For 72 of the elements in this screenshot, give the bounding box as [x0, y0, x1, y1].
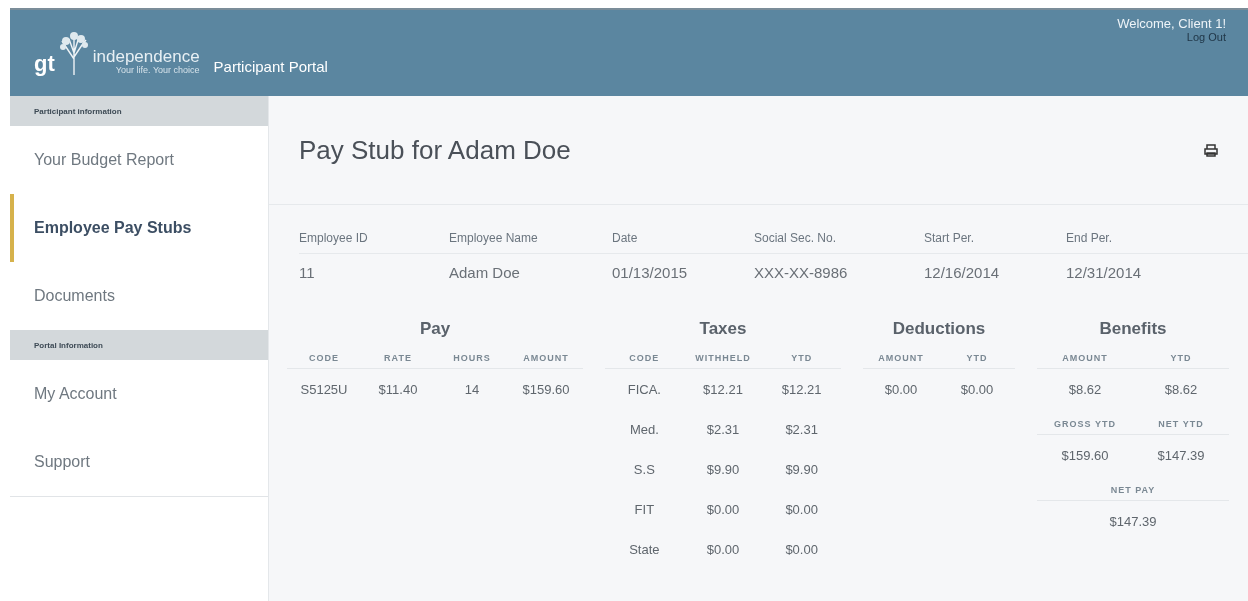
column-header: CODE	[605, 353, 684, 369]
table-cell-text: FICA.	[626, 380, 662, 399]
table-cell-text: $0.00	[784, 500, 819, 519]
table-cell-text: $8.62	[1067, 380, 1103, 399]
page-title: Pay Stub for Adam Doe	[299, 134, 571, 166]
tree-icon	[58, 31, 89, 75]
logout-link[interactable]: Log Out	[1186, 31, 1226, 43]
table-cell-text: $0.00	[959, 380, 995, 399]
column-header: YTD	[762, 353, 841, 369]
column-header: Social Sec. No.	[754, 231, 924, 254]
table-cell-text: S5125U	[299, 380, 349, 399]
table-cell-text: $0.00	[705, 500, 741, 519]
table-cell-text: State	[628, 540, 661, 559]
column-header: NET PAY	[1037, 485, 1229, 501]
table-cell-text: $11.40	[377, 380, 419, 399]
table-cell-text: $12.21	[780, 380, 823, 399]
table-cell-text: $2.31	[705, 420, 741, 439]
table-cell-text: Adam Doe	[449, 263, 521, 281]
column-header: Employee ID	[299, 231, 449, 254]
portal-title: Participant Portal	[213, 57, 328, 75]
column-header: RATE	[361, 353, 435, 369]
column-header: YTD	[1133, 353, 1229, 369]
table-cell-text: S.S	[632, 460, 656, 479]
table-cell-text: $2.31	[784, 420, 819, 439]
table-cell-text: $147.39	[1156, 446, 1206, 465]
table-cell-text: 01/13/2015	[612, 263, 689, 281]
column-header: End Per.	[1066, 231, 1248, 254]
column-header: AMOUNT	[863, 353, 939, 369]
table-cell-text: $159.60	[521, 380, 571, 399]
column-header: NET YTD	[1133, 419, 1229, 435]
table-cell-text: XXX-XX-8986	[754, 263, 849, 281]
table-cell-text: $147.39	[1108, 512, 1158, 531]
section-title: Pay	[418, 319, 452, 339]
column-header: HOURS	[435, 353, 509, 369]
column-header: Date	[612, 231, 754, 254]
table-cell-text: $0.00	[883, 380, 919, 399]
sidebar-item[interactable]: Support	[10, 428, 268, 496]
sidebar-item[interactable]: My Account	[10, 360, 268, 428]
sidebar-item[interactable]: Documents	[10, 262, 268, 330]
column-header: GROSS YTD	[1037, 419, 1133, 435]
column-header: WITHHELD	[683, 353, 763, 369]
table-cell-text: $12.21	[702, 380, 744, 399]
sidebar-heading: Portal Information	[10, 330, 268, 360]
section-title: Deductions	[891, 319, 987, 339]
table-cell-text: 12/16/2014	[924, 263, 1001, 281]
table-cell-text: 14	[463, 380, 481, 399]
column-header: CODE	[287, 353, 361, 369]
logo-name: independence	[92, 48, 200, 65]
table-cell-text: $8.62	[1163, 380, 1199, 399]
column-header: Start Per.	[924, 231, 1066, 254]
table-cell-text: 12/31/2014	[1066, 263, 1143, 281]
table-cell-text: Med.	[628, 420, 660, 439]
section-title: Taxes	[698, 319, 748, 339]
column-header: AMOUNT	[1037, 353, 1133, 369]
table-cell-text: $9.90	[705, 460, 741, 479]
column-header: YTD	[939, 353, 1015, 369]
sidebar-item[interactable]: Employee Pay Stubs	[10, 194, 268, 262]
column-header: Employee Name	[449, 231, 612, 254]
welcome-text: Welcome, Client 1!	[1117, 16, 1226, 31]
sidebar-item[interactable]: Your Budget Report	[10, 126, 268, 194]
table-cell-text: $0.00	[705, 540, 741, 559]
table-cell-text: $159.60	[1060, 446, 1110, 465]
logo-mark: gt	[34, 53, 55, 75]
print-icon[interactable]	[1204, 143, 1218, 157]
table-cell-text: FIT	[633, 500, 656, 519]
section-title: Benefits	[1098, 319, 1168, 339]
table-cell-text: $9.90	[784, 460, 819, 479]
column-header: AMOUNT	[509, 353, 583, 369]
table-cell-text: 11	[299, 263, 316, 281]
table-cell-text: $0.00	[784, 540, 819, 559]
sidebar-heading: Participant information	[10, 96, 268, 126]
logo-tagline: Your life. Your choice	[115, 65, 200, 75]
